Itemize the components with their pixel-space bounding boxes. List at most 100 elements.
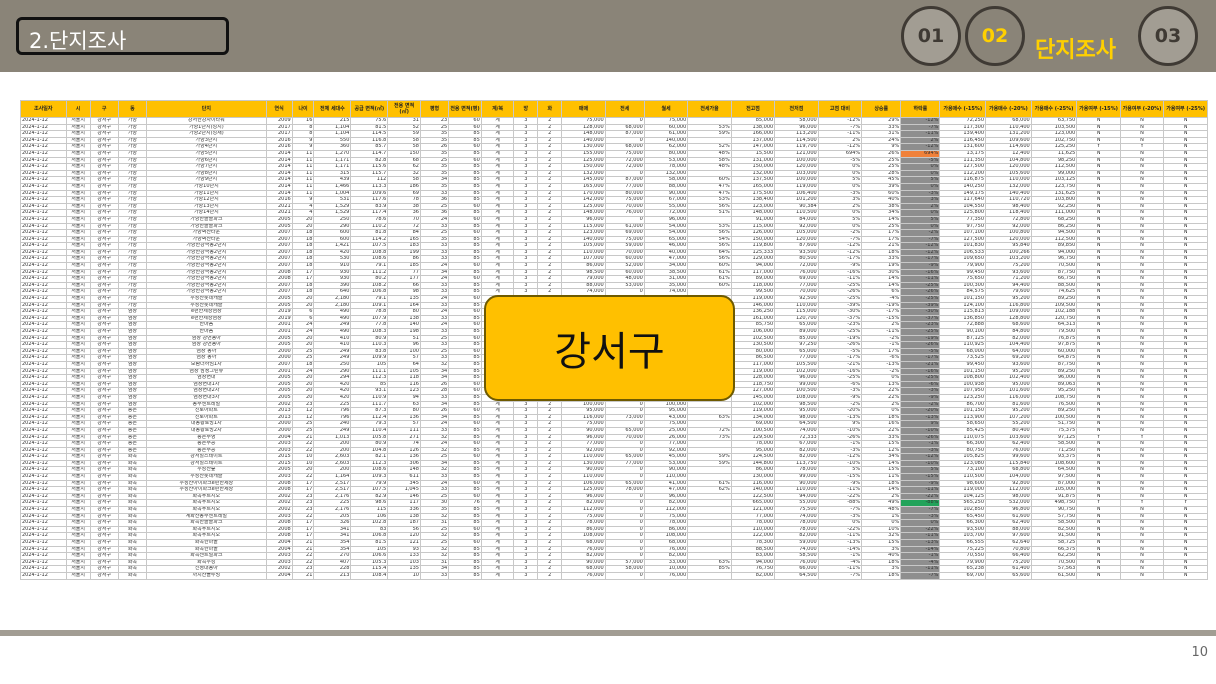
table-cell: 110,000 bbox=[561, 453, 606, 461]
table-cell: 25,000 bbox=[643, 426, 689, 435]
column-header[interactable]: 전세가율 bbox=[687, 100, 732, 118]
column-header[interactable]: 가용매수 (-15%) bbox=[939, 100, 987, 118]
table-cell: 88,000 bbox=[643, 182, 689, 191]
column-header[interactable]: 조사일자 bbox=[20, 100, 67, 118]
table-cell: 계 bbox=[480, 281, 515, 290]
table-cell: N bbox=[1119, 255, 1165, 264]
table-row: 2024-1-12 서울시 강서구 가양 가양11단지 2014 11 1,004 109.6 6… bbox=[20, 189, 1208, 198]
table-cell: 2 bbox=[537, 136, 563, 145]
column-header[interactable]: 구 bbox=[89, 100, 119, 118]
table-cell: 계 bbox=[480, 235, 515, 244]
table-cell: 25 bbox=[419, 525, 450, 534]
column-header[interactable]: 전세 bbox=[604, 100, 645, 118]
table-cell: 34 bbox=[419, 268, 450, 277]
column-header[interactable]: 공급 면적(㎡) bbox=[350, 100, 389, 118]
column-header[interactable]: 전고점 bbox=[730, 100, 776, 118]
column-header[interactable]: 전용 면적(평) bbox=[448, 100, 482, 118]
table-cell: 126 bbox=[387, 446, 421, 455]
column-header[interactable]: 월세 bbox=[643, 100, 689, 118]
table-cell: N bbox=[1076, 393, 1121, 402]
table-cell: 75,000 bbox=[561, 420, 606, 428]
table-cell: 1,013 bbox=[313, 433, 352, 442]
table-cell: 110.2 bbox=[350, 222, 389, 231]
table-cell: 85 bbox=[448, 189, 482, 198]
column-header[interactable]: 화 bbox=[537, 100, 563, 118]
table-cell: 1% bbox=[861, 512, 902, 521]
table-cell: 29% bbox=[861, 117, 902, 125]
column-header[interactable]: 시 bbox=[65, 100, 91, 118]
column-header[interactable]: 계/복 bbox=[480, 100, 515, 118]
table-cell: 85 bbox=[448, 552, 482, 560]
column-header[interactable]: 가용여부 (-25%) bbox=[1163, 100, 1208, 118]
table-cell: 74 bbox=[387, 440, 421, 448]
table-cell: 3 bbox=[513, 552, 539, 560]
column-header[interactable]: 평형 bbox=[419, 100, 450, 118]
table-cell: 90,100 bbox=[939, 328, 987, 336]
table-cell: 107.5 bbox=[350, 242, 389, 250]
table-cell: 2 bbox=[537, 453, 563, 461]
table-cell: 화곡 bbox=[117, 571, 148, 580]
table-cell: 1,004 bbox=[313, 189, 352, 198]
table-cell: 가양 bbox=[117, 130, 148, 138]
table-cell: 가양 bbox=[117, 136, 148, 145]
table-cell: 서울시 bbox=[65, 242, 91, 250]
table-cell: Y bbox=[1119, 143, 1165, 151]
table-cell: -11% bbox=[900, 532, 941, 540]
table-cell: 930 bbox=[313, 275, 352, 283]
table-cell: 80,500 bbox=[774, 255, 819, 264]
table-cell: 2 bbox=[537, 466, 563, 475]
table-cell: 89,063 bbox=[1030, 380, 1078, 389]
table-cell: 계 bbox=[480, 466, 515, 475]
table-cell: 410 bbox=[313, 341, 352, 349]
table-cell: 염창 bbox=[117, 393, 148, 402]
table-cell: 66,375 bbox=[1030, 545, 1078, 554]
table-cell: 85 bbox=[448, 426, 482, 435]
table-cell: N bbox=[1163, 341, 1208, 349]
column-header[interactable]: 단지 bbox=[146, 100, 267, 118]
column-header[interactable]: 전용 면적(㎡) bbox=[387, 100, 421, 118]
table-cell: 85 bbox=[448, 163, 482, 171]
table-cell: 계 bbox=[480, 486, 515, 494]
column-header[interactable]: 나이 bbox=[291, 100, 315, 118]
table-cell: 30 bbox=[419, 499, 450, 508]
table-cell: N bbox=[1076, 400, 1121, 409]
table-cell: 67,000 bbox=[774, 440, 819, 448]
column-header[interactable]: 하락률 bbox=[900, 100, 941, 118]
column-header[interactable]: 고점 대비 bbox=[817, 100, 863, 118]
table-cell: 68 bbox=[387, 156, 421, 165]
table-cell: 계 bbox=[480, 275, 515, 283]
table-cell: N bbox=[1163, 156, 1208, 165]
column-header[interactable]: 가용여부 (-15%) bbox=[1076, 100, 1121, 118]
table-cell: 2008 bbox=[265, 268, 293, 277]
table-cell: 2005 bbox=[265, 341, 293, 349]
table-cell: 52% bbox=[687, 143, 732, 151]
column-header[interactable]: 가용매수 (-20%) bbox=[985, 100, 1032, 118]
table-cell: 53% bbox=[687, 196, 732, 204]
column-header[interactable]: 연식 bbox=[265, 100, 293, 118]
column-header[interactable]: 동 bbox=[117, 100, 148, 118]
table-cell: 서울시 bbox=[65, 321, 91, 329]
table-row: 2024-1-12 서울시 강서구 가양 가양한강극동2단지 2007 18 530 108.6… bbox=[20, 255, 1208, 264]
column-header[interactable]: 가용매수 (-25%) bbox=[1030, 100, 1078, 118]
column-header[interactable]: 상승률 bbox=[861, 100, 902, 118]
table-cell: -26% bbox=[900, 288, 941, 297]
table-cell: N bbox=[1119, 321, 1165, 329]
table-cell: 108,750 bbox=[1030, 393, 1078, 402]
column-header[interactable]: 가용여부 (-20%) bbox=[1119, 100, 1165, 118]
table-cell: 55,200 bbox=[985, 420, 1032, 428]
table-cell: 0 bbox=[604, 552, 645, 560]
table-cell: 100,000 bbox=[774, 176, 819, 184]
column-header[interactable]: 전체 세대수 bbox=[313, 100, 352, 118]
column-header[interactable]: 방 bbox=[513, 100, 539, 118]
table-cell: 354 bbox=[313, 545, 352, 554]
table-cell: 56% bbox=[687, 242, 732, 250]
column-header[interactable]: 매매 bbox=[561, 100, 606, 118]
table-cell: 63 bbox=[387, 400, 421, 409]
column-header[interactable]: 전저점 bbox=[774, 100, 819, 118]
table-cell: 420 bbox=[313, 387, 352, 395]
table-cell: -2% bbox=[900, 400, 941, 409]
table-cell: 0 bbox=[604, 499, 645, 508]
table-cell: 76,000 bbox=[561, 545, 606, 554]
table-cell bbox=[687, 499, 732, 508]
table-cell: N bbox=[1163, 176, 1208, 184]
